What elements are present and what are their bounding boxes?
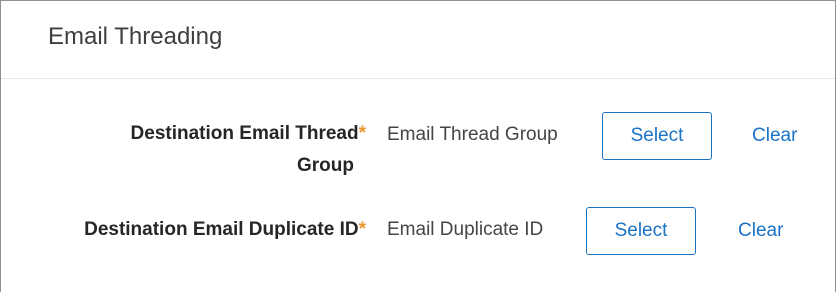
thread-group-label-line1: Destination Email Thread [130, 123, 359, 144]
thread-group-label-line2: Group [297, 155, 354, 176]
duplicate-id-value: Email Duplicate ID [387, 219, 544, 240]
duplicate-id-label-text: Destination Email Duplicate ID [84, 219, 359, 240]
required-star-icon: * [358, 219, 366, 240]
thread-group-value: Email Thread Group [387, 124, 558, 145]
panel-header: Email Threading [1, 1, 835, 79]
thread-group-clear-link[interactable]: Clear [752, 124, 797, 148]
panel-title: Email Threading [48, 22, 223, 50]
thread-group-label: Destination Email Thread* Group [131, 118, 366, 182]
duplicate-id-clear-link[interactable]: Clear [738, 219, 783, 243]
duplicate-id-label: Destination Email Duplicate ID* [84, 214, 366, 246]
duplicate-id-select-button[interactable]: Select [586, 207, 696, 255]
email-threading-panel: Email Threading Destination Email Thread… [0, 0, 836, 292]
required-star-icon: * [358, 123, 366, 144]
thread-group-select-button[interactable]: Select [602, 112, 712, 160]
